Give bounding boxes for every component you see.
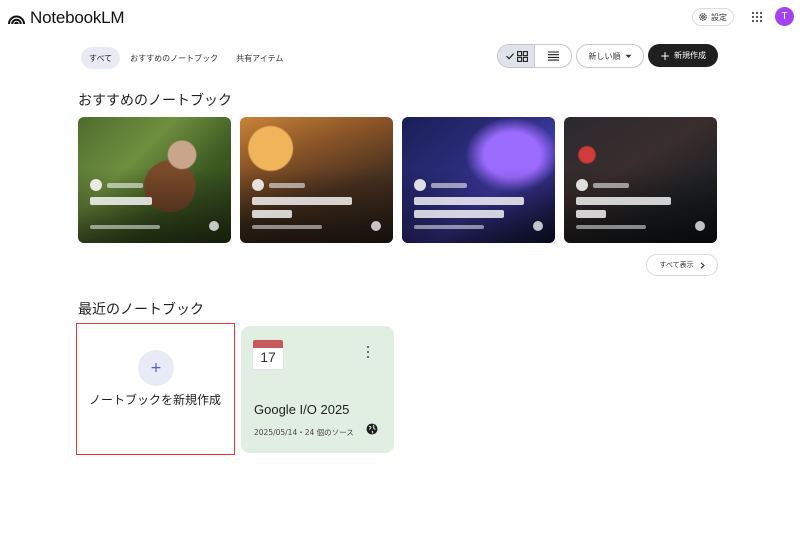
blurred-meta (90, 225, 160, 229)
globe-icon (371, 221, 381, 231)
tab-featured-notebooks[interactable]: おすすめのノートブック (122, 47, 226, 69)
show-all-label: すべて表示 (659, 261, 694, 269)
tab-shared-items[interactable]: 共有アイテム (228, 47, 291, 69)
featured-section-title: おすすめのノートブック (78, 93, 232, 109)
tab-all[interactable]: すべて (81, 47, 121, 69)
blurred-text (269, 182, 305, 188)
source-logo-icon (252, 179, 264, 191)
plus-icon: + (659, 48, 671, 63)
settings-button[interactable]: 設定 (692, 8, 734, 26)
blurred-title (414, 210, 504, 218)
new-notebook-button[interactable]: + 新規作成 (648, 44, 718, 67)
blurred-title (576, 210, 606, 218)
sort-dropdown[interactable]: 新しい順 (576, 44, 644, 68)
blurred-title (252, 197, 352, 205)
settings-label: 設定 (711, 12, 727, 22)
caret-down-icon (625, 54, 631, 58)
card-source (90, 179, 143, 191)
card-source (576, 179, 629, 191)
featured-notebook-card[interactable] (564, 117, 717, 243)
globe-icon (695, 221, 705, 231)
featured-notebook-card[interactable] (240, 117, 393, 243)
source-logo-icon (90, 179, 102, 191)
globe-icon (533, 221, 543, 231)
notebook-card[interactable]: 17 Google I/O 2025 2025/05/14・24 個のソース (241, 326, 394, 453)
blurred-text (107, 182, 143, 188)
blurred-title (414, 197, 524, 205)
create-notebook-label: ノートブックを新規作成 (89, 393, 222, 407)
user-avatar[interactable]: T (775, 7, 794, 26)
app-name: NotebookLM (30, 8, 125, 27)
sort-label: 新しい順 (588, 51, 621, 61)
apps-grid-icon[interactable] (751, 11, 763, 23)
check-icon (505, 53, 514, 60)
blurred-text (593, 182, 629, 188)
create-notebook-card[interactable]: + ノートブックを新規作成 (76, 323, 235, 455)
notebook-meta: 2025/05/14・24 個のソース (254, 428, 354, 437)
list-view-button[interactable] (534, 45, 571, 67)
globe-icon (209, 221, 219, 231)
card-source (414, 179, 467, 191)
calendar-day: 17 (260, 349, 276, 365)
featured-notebook-card[interactable] (402, 117, 555, 243)
top-bar: NotebookLM 設定 T (0, 0, 800, 34)
blurred-title (576, 197, 671, 205)
notebook-title: Google I/O 2025 (254, 402, 350, 417)
grid-view-icon (516, 50, 528, 62)
grid-view-button[interactable] (498, 45, 534, 67)
calendar-header (253, 340, 283, 348)
source-logo-icon (576, 179, 588, 191)
blurred-meta (252, 225, 322, 229)
list-view-icon (547, 51, 559, 61)
notebooklm-logo-icon (8, 15, 25, 25)
recent-section-title: 最近のノートブック (78, 302, 204, 318)
source-logo-icon (414, 179, 426, 191)
plus-icon: + (138, 350, 174, 386)
new-button-label: 新規作成 (674, 51, 707, 60)
card-source (252, 179, 305, 191)
calendar-icon: 17 (253, 340, 283, 369)
gear-icon (699, 13, 707, 21)
blurred-meta (414, 225, 484, 229)
blurred-title (90, 197, 152, 205)
view-mode-toggle (497, 44, 572, 68)
featured-notebook-card[interactable] (78, 117, 231, 243)
globe-icon (366, 423, 378, 435)
filter-tabs: すべて おすすめのノートブック 共有アイテム (81, 47, 293, 69)
show-all-button[interactable]: すべて表示 (646, 254, 718, 276)
blurred-meta (576, 225, 646, 229)
blurred-title (252, 210, 292, 218)
blurred-text (431, 182, 467, 188)
chevron-right-icon (700, 261, 705, 269)
app-logo[interactable]: NotebookLM (8, 8, 125, 28)
more-options-icon[interactable] (365, 346, 371, 358)
